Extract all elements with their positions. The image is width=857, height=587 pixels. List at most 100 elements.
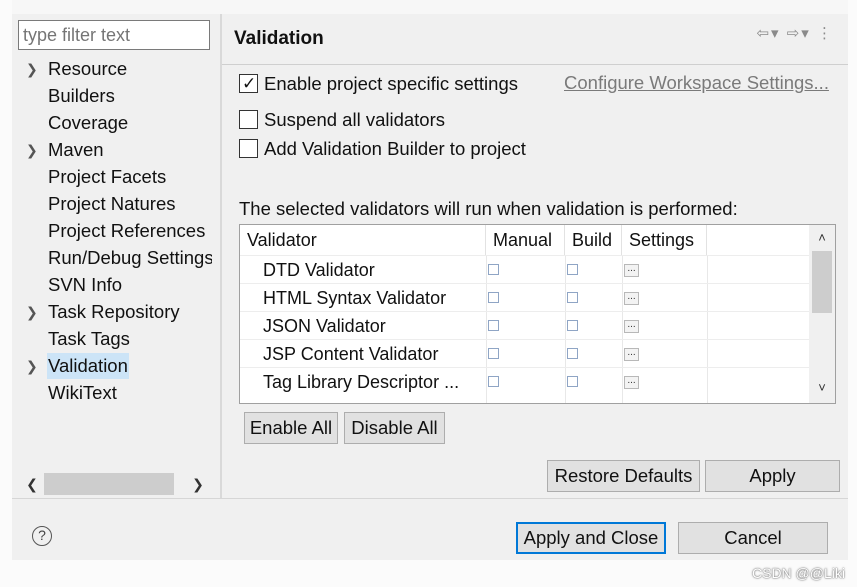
cancel-button[interactable]: Cancel [678,522,828,554]
tree-item-label: Project References [48,220,206,241]
background-editor-gutter [0,0,12,587]
tree-item[interactable]: ❯ Task Repository [12,299,212,325]
restore-defaults-button[interactable]: Restore Defaults [547,460,700,492]
settings-button[interactable]: ... [624,320,639,333]
scroll-down-icon[interactable]: ˅ [809,377,835,399]
properties-dialog: ❯ Resource Builders Coverage ❯ Maven Project F… [12,14,848,560]
column-manual[interactable]: Manual [486,225,565,255]
validation-page: Validation ⇦▾ ⇨▾ ⋮ Enable project specif… [222,14,848,498]
tree-item[interactable]: Project Facets [12,164,212,190]
tree-horizontal-scrollbar[interactable]: ❮ ❯ [18,470,210,498]
back-menu-icon[interactable]: ▾ [771,25,781,42]
tree-item[interactable]: ❯ Maven [12,137,212,163]
configure-workspace-link[interactable]: Configure Workspace Settings... [564,72,829,94]
disable-all-button[interactable]: Disable All [344,412,445,444]
tree-item[interactable]: SVN Info [12,272,212,298]
scroll-thumb[interactable] [44,473,174,495]
checkmark-icon[interactable] [239,72,258,96]
tree-item[interactable]: Coverage [12,110,212,136]
filter-input[interactable] [18,20,210,50]
enable-specific-checkbox[interactable]: Enable project specific settings [239,72,518,96]
tree-item-label: Task Repository [48,301,180,322]
checkbox-box[interactable] [239,139,258,158]
tree-item-label: Project Facets [48,166,167,187]
table-vertical-scrollbar[interactable]: ˄ ˅ [809,225,835,403]
tree-item[interactable]: Task Tags [12,326,212,352]
validators-description: The selected validators will run when va… [239,198,738,219]
validator-name: JSP Content Validator [263,344,439,364]
tree-item-label: Validation [47,353,129,379]
settings-button[interactable]: ... [624,376,639,389]
settings-button[interactable]: ... [624,264,639,277]
tree-item[interactable]: ❯ Validation [12,353,212,379]
table-row[interactable]: DTD Validator... [240,255,810,283]
apply-and-close-button[interactable]: Apply and Close [516,522,666,554]
expand-arrow-icon[interactable]: ❯ [26,56,40,82]
forward-arrow-icon[interactable]: ⇨ [787,25,802,42]
view-menu-icon[interactable]: ⋮ [817,25,834,42]
build-checkbox[interactable] [567,320,578,331]
manual-checkbox[interactable] [488,292,499,303]
expand-arrow-icon[interactable]: ❯ [26,299,40,325]
tree-item[interactable]: Project References [12,218,212,244]
manual-checkbox[interactable] [488,320,499,331]
apply-button[interactable]: Apply [705,460,840,492]
settings-button[interactable]: ... [624,348,639,361]
expand-arrow-icon[interactable]: ❯ [26,353,40,379]
enable-specific-label: Enable project specific settings [264,73,518,94]
table-row[interactable]: JSP Content Validator... [240,339,810,367]
tree-item[interactable]: Run/Debug Settings [12,245,212,271]
title-separator [222,64,848,65]
watermark: CSDN @@Liki [752,565,845,581]
tree-item-label: WikiText [48,382,117,403]
validators-table[interactable]: Validator Manual Build Settings DTD Vali… [239,224,836,404]
table-row[interactable]: Tag Library Descriptor ...... [240,367,810,395]
validator-name: Tag Library Descriptor ... [263,372,460,392]
manual-checkbox[interactable] [488,348,499,359]
tree-item[interactable]: Project Natures [12,191,212,217]
build-checkbox[interactable] [567,292,578,303]
table-row[interactable]: HTML Syntax Validator... [240,283,810,311]
background-editor-bottom [12,560,848,587]
page-title: Validation [234,28,324,49]
validator-name: HTML Syntax Validator [263,288,447,308]
scroll-left-icon[interactable]: ❮ [20,472,44,496]
page-navigation: ⇦▾ ⇨▾ ⋮ [756,24,834,42]
checkbox-box[interactable] [239,110,258,129]
add-builder-label: Add Validation Builder to project [264,138,526,159]
tree-item-label: Task Tags [48,328,130,349]
tree-item-label: Project Natures [48,193,176,214]
expand-arrow-icon[interactable]: ❯ [26,137,40,163]
background-editor-right [848,0,857,587]
column-build[interactable]: Build [565,225,622,255]
suspend-validators-label: Suspend all validators [264,109,445,130]
add-builder-checkbox[interactable]: Add Validation Builder to project [239,137,526,161]
tree-item-label: SVN Info [48,274,123,295]
back-arrow-icon[interactable]: ⇦ [756,25,771,42]
tree-item-label: Maven [48,139,104,160]
validator-name: JSON Validator [263,316,386,336]
suspend-validators-checkbox[interactable]: Suspend all validators [239,108,445,132]
column-settings[interactable]: Settings [622,225,707,255]
table-header: Validator Manual Build Settings [240,225,810,255]
validator-name: DTD Validator [263,260,375,280]
build-checkbox[interactable] [567,376,578,387]
tree-item-label: Resource [48,58,128,79]
tree-item[interactable]: WikiText [12,380,212,406]
manual-checkbox[interactable] [488,376,499,387]
scroll-right-icon[interactable]: ❯ [186,472,210,496]
manual-checkbox[interactable] [488,264,499,275]
scroll-up-icon[interactable]: ˄ [809,227,835,249]
build-checkbox[interactable] [567,348,578,359]
help-icon[interactable]: ? [32,526,52,546]
enable-all-button[interactable]: Enable All [244,412,338,444]
tree-item[interactable]: Builders [12,83,212,109]
tree-item-label: Builders [48,85,115,106]
settings-button[interactable]: ... [624,292,639,305]
column-validator[interactable]: Validator [240,225,486,255]
scroll-thumb[interactable] [812,251,832,313]
table-row[interactable]: JSON Validator... [240,311,810,339]
build-checkbox[interactable] [567,264,578,275]
forward-menu-icon[interactable]: ▾ [801,25,811,42]
tree-item[interactable]: ❯ Resource [12,56,212,82]
